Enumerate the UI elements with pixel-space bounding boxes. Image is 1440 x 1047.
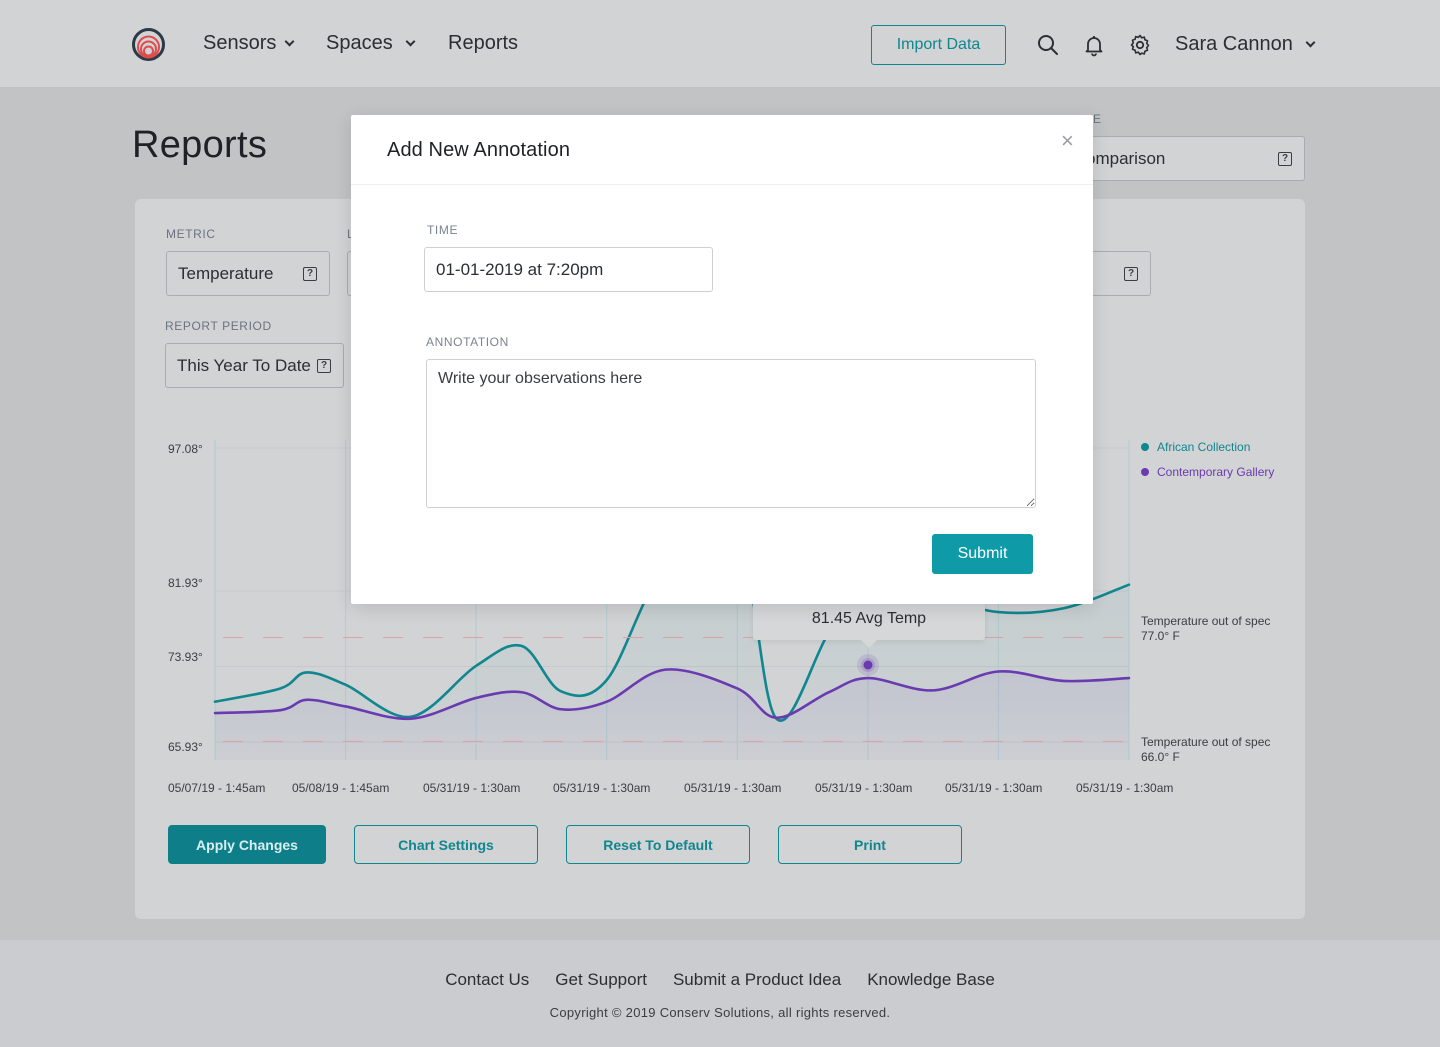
annotation-textarea[interactable] [426,359,1036,508]
import-data-button[interactable]: Import Data [871,25,1006,65]
tooltip-marker-point [863,660,873,670]
print-button[interactable]: Print [778,825,962,864]
nav-sensors-label: Sensors [203,32,277,54]
add-annotation-modal: Add New Annotation × TIME ANNOTATION Sub… [351,115,1093,604]
help-icon[interactable]: ? [303,267,317,281]
footer-link-submit-idea[interactable]: Submit a Product Idea [673,970,841,990]
annotation-label: ANNOTATION [426,335,509,349]
legend-item-contemporary-gallery[interactable]: Contemporary Gallery [1141,465,1274,479]
y-tick-label: 81.93° [168,576,203,590]
x-tick-label: 05/31/19 - 1:30am [1076,781,1174,795]
legend-label: African Collection [1157,440,1251,454]
threshold-text: Temperature out of spec [1141,614,1271,628]
x-tick-label: 05/08/19 - 1:45am [292,781,390,795]
report-type-select[interactable]: omparison ? [1060,136,1305,181]
legend-item-african-collection[interactable]: African Collection [1141,440,1250,454]
reset-to-default-button[interactable]: Reset To Default [566,825,750,864]
legend-dot-icon [1141,443,1149,451]
footer [0,940,1440,1047]
x-tick-label: 05/31/19 - 1:30am [684,781,782,795]
chart-settings-button[interactable]: Chart Settings [354,825,538,864]
x-tick-label: 05/31/19 - 1:30am [945,781,1043,795]
help-icon[interactable]: ? [1278,152,1292,166]
threshold-value: 77.0° F [1141,629,1180,643]
y-tick-label: 97.08° [168,442,203,456]
metric-select[interactable]: Temperature ? [166,251,330,296]
conserv-logo-icon[interactable] [132,28,165,61]
gear-icon[interactable] [1128,33,1152,57]
x-tick-label: 05/31/19 - 1:30am [815,781,913,795]
time-label: TIME [427,223,459,237]
search-icon[interactable] [1036,33,1060,57]
chevron-down-icon [1305,37,1316,48]
x-tick-label: 05/31/19 - 1:30am [423,781,521,795]
user-menu[interactable]: Sara Cannon [1175,33,1316,56]
legend-dot-icon [1141,468,1149,476]
apply-changes-button[interactable]: Apply Changes [168,825,326,864]
report-period-label: REPORT PERIOD [165,319,272,333]
report-type-value: omparison [1086,148,1166,168]
footer-link-get-support[interactable]: Get Support [555,970,647,990]
report-type-label: E [1093,112,1102,126]
help-icon[interactable]: ? [317,359,331,373]
copyright: Copyright © 2019 Conserv Solutions, all … [549,1005,891,1020]
y-tick-label: 73.93° [168,650,203,664]
modal-header: Add New Annotation × [351,115,1093,185]
metric-label: METRIC [166,227,216,241]
nav-reports[interactable]: Reports [448,32,518,55]
nav-spaces[interactable]: Spaces [326,32,416,55]
report-period-value: This Year To Date [177,355,311,375]
page-title: Reports [132,124,268,166]
threshold-text: Temperature out of spec [1141,735,1271,749]
x-tick-label: 05/07/19 - 1:45am [168,781,266,795]
modal-title: Add New Annotation [387,139,571,161]
y-tick-label: 65.93° [168,740,203,754]
threshold-label-upper: Temperature out of spec 77.0° F [1141,614,1270,644]
user-name: Sara Cannon [1175,33,1293,55]
threshold-label-lower: Temperature out of spec 66.0° F [1141,735,1270,765]
bell-icon[interactable] [1082,33,1106,57]
nav-spaces-label: Spaces [326,32,393,54]
metric-value: Temperature [178,263,274,283]
report-period-select[interactable]: This Year To Date ? [165,343,344,388]
time-input[interactable] [424,247,713,292]
top-navigation-bar: Sensors Spaces Reports Import Data Sara … [0,0,1440,88]
x-tick-label: 05/31/19 - 1:30am [553,781,651,795]
footer-link-knowledge-base[interactable]: Knowledge Base [867,970,995,990]
threshold-value: 66.0° F [1141,750,1180,764]
nav-sensors[interactable]: Sensors [203,32,295,55]
close-icon[interactable]: × [1061,129,1074,153]
legend-label: Contemporary Gallery [1157,465,1275,479]
footer-links: Contact Us Get Support Submit a Product … [0,970,1440,990]
nav-reports-label: Reports [448,32,519,54]
chevron-down-icon [284,36,295,47]
chevron-down-icon [405,36,416,47]
help-icon[interactable]: ? [1124,267,1138,281]
series-area-contemporary-gallery [215,669,1129,760]
submit-button[interactable]: Submit [932,534,1033,574]
footer-link-contact-us[interactable]: Contact Us [445,970,529,990]
